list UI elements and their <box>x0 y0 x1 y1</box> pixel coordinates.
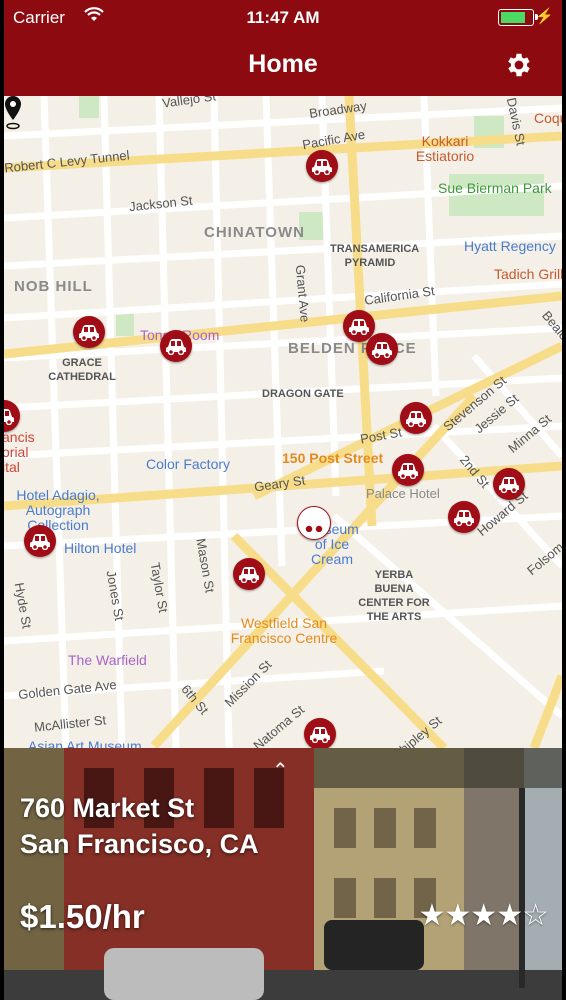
parking-pin-icon[interactable] <box>448 501 480 533</box>
page-title: Home <box>248 50 318 78</box>
place-label: Hyatt Regency <box>464 238 556 254</box>
place-label: ancis orial ital <box>4 429 35 475</box>
area-label: CHINATOWN <box>204 224 305 241</box>
place-label: Asian Art Museum <box>28 738 142 748</box>
place-label: DRAGON GATE <box>262 388 344 400</box>
battery-icon <box>498 9 538 26</box>
place-label: TRANSAMERICA PYRAMID <box>330 243 420 269</box>
status-bar: Carrier 11:47 AM ⚡ <box>4 6 562 28</box>
parking-pin-icon[interactable] <box>306 150 338 182</box>
place-label: Tadich Grill <box>494 266 562 282</box>
address: 760 Market St San Francisco, CA <box>20 790 259 862</box>
parking-pin-icon[interactable] <box>392 454 424 486</box>
app-screen: Carrier 11:47 AM ⚡ Home CHINATOWN NOB HI… <box>4 0 562 1000</box>
place-label: The Warfield <box>68 652 147 668</box>
chevron-up-icon[interactable]: ⌃ <box>272 758 289 783</box>
charging-icon: ⚡ <box>535 8 554 25</box>
status-time: 11:47 AM <box>246 8 320 27</box>
place-label: Westfield San Francisco Centre <box>230 615 338 646</box>
place-label: Coqu <box>534 110 562 126</box>
address-line1: 760 Market St <box>20 793 195 823</box>
place-label: GRACE CATHEDRAL <box>48 357 116 383</box>
parking-pin-icon[interactable] <box>160 330 192 362</box>
gear-icon[interactable] <box>504 50 534 80</box>
map-view[interactable]: CHINATOWN NOB HILL BELDEN PLACE Vallejo … <box>4 96 562 748</box>
place-label: 150 Post Street <box>282 450 384 466</box>
parking-pin-icon[interactable] <box>73 316 105 348</box>
parking-detail-card[interactable]: ⌃ 760 Market St San Francisco, CA $1.50/… <box>4 748 562 1000</box>
address-line2: San Francisco, CA <box>20 829 259 859</box>
location-marker-icon <box>5 96 21 130</box>
parking-pin-icon[interactable] <box>233 558 265 590</box>
place-label: Sue Bierman Park <box>438 180 552 196</box>
parking-pin-icon[interactable] <box>24 525 56 557</box>
place-label: Hilton Hotel <box>64 540 137 556</box>
star-rating: ★★★★☆ <box>418 899 549 932</box>
nav-header: Carrier 11:47 AM ⚡ Home <box>4 0 562 96</box>
area-label: NOB HILL <box>14 278 93 295</box>
place-label: Color Factory <box>146 456 231 472</box>
parking-pin-icon[interactable] <box>366 333 398 365</box>
street-photo <box>4 748 562 1000</box>
place-label: Hotel Adagio, Autograph Collection <box>16 487 100 533</box>
place-label: Palace Hotel <box>366 486 440 501</box>
place-label: Kokkari Estiatorio <box>415 133 475 164</box>
price-label: $1.50/hr <box>20 898 145 935</box>
parking-pin-icon[interactable] <box>400 402 432 434</box>
parking-pin-icon[interactable] <box>493 468 525 500</box>
parking-pin-icon[interactable] <box>304 718 336 748</box>
place-label: YERBA BUENA CENTER FOR THE ARTS <box>358 569 430 623</box>
parking-pin-icon[interactable] <box>297 506 331 540</box>
